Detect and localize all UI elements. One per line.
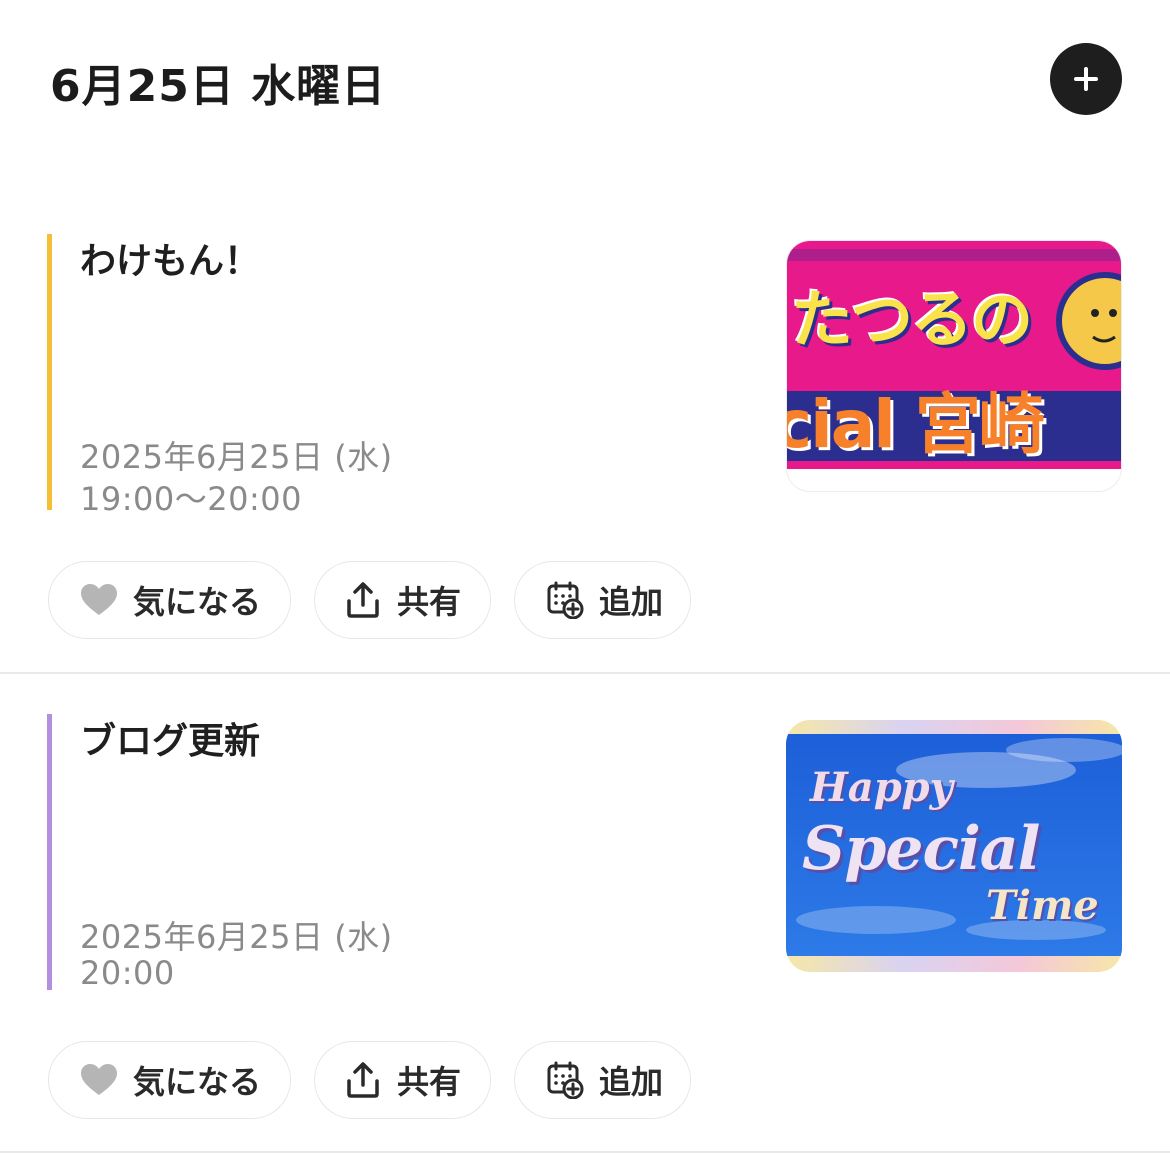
event-time: 19:00～20:00 [80,480,302,518]
share-label: 共有 [397,583,462,621]
event-accent-bar [47,234,52,510]
event-card[interactable]: わけもん！ 2025年6月25日 (水) 19:00～20:00 たつるの ci… [0,0,1170,672]
calendar-add-icon [545,580,585,620]
add-to-calendar-button[interactable]: 追加 [514,561,691,639]
heart-icon [79,580,119,620]
event-thumbnail[interactable]: たつるの cial 宮崎 [786,240,1122,492]
thumbnail-line2: Special [802,814,1040,884]
share-label: 共有 [397,1063,462,1101]
event-date: 2025年6月25日 (水) [80,438,393,476]
share-icon [343,580,383,620]
favorite-label: 気になる [133,583,262,621]
share-icon [343,1060,383,1100]
add-label: 追加 [599,583,664,621]
add-label: 追加 [599,1063,664,1101]
event-thumbnail[interactable]: Happy Special Time [786,720,1122,972]
heart-icon [79,1060,119,1100]
favorite-button[interactable]: 気になる [48,561,291,639]
favorite-label: 気になる [133,1063,262,1101]
thumbnail-line3: Time [986,882,1099,929]
favorite-button[interactable]: 気になる [48,1041,291,1119]
calendar-add-icon [545,1060,585,1100]
event-title: ブログ更新 [80,721,261,762]
add-to-calendar-button[interactable]: 追加 [514,1041,691,1119]
event-date: 2025年6月25日 (水) [80,918,393,956]
thumbnail-line2: cial 宮崎 [786,386,1045,463]
thumbnail-line1: たつるの [791,283,1033,356]
event-accent-bar [47,714,52,990]
event-title: わけもん！ [80,241,261,282]
share-button[interactable]: 共有 [314,1041,491,1119]
event-time: 20:00 [80,954,175,992]
divider [0,1151,1170,1153]
event-card[interactable]: ブログ更新 2025年6月25日 (水) 20:00 Happy Special… [0,673,1170,1153]
share-button[interactable]: 共有 [314,561,491,639]
thumbnail-line1: Happy [810,764,953,811]
